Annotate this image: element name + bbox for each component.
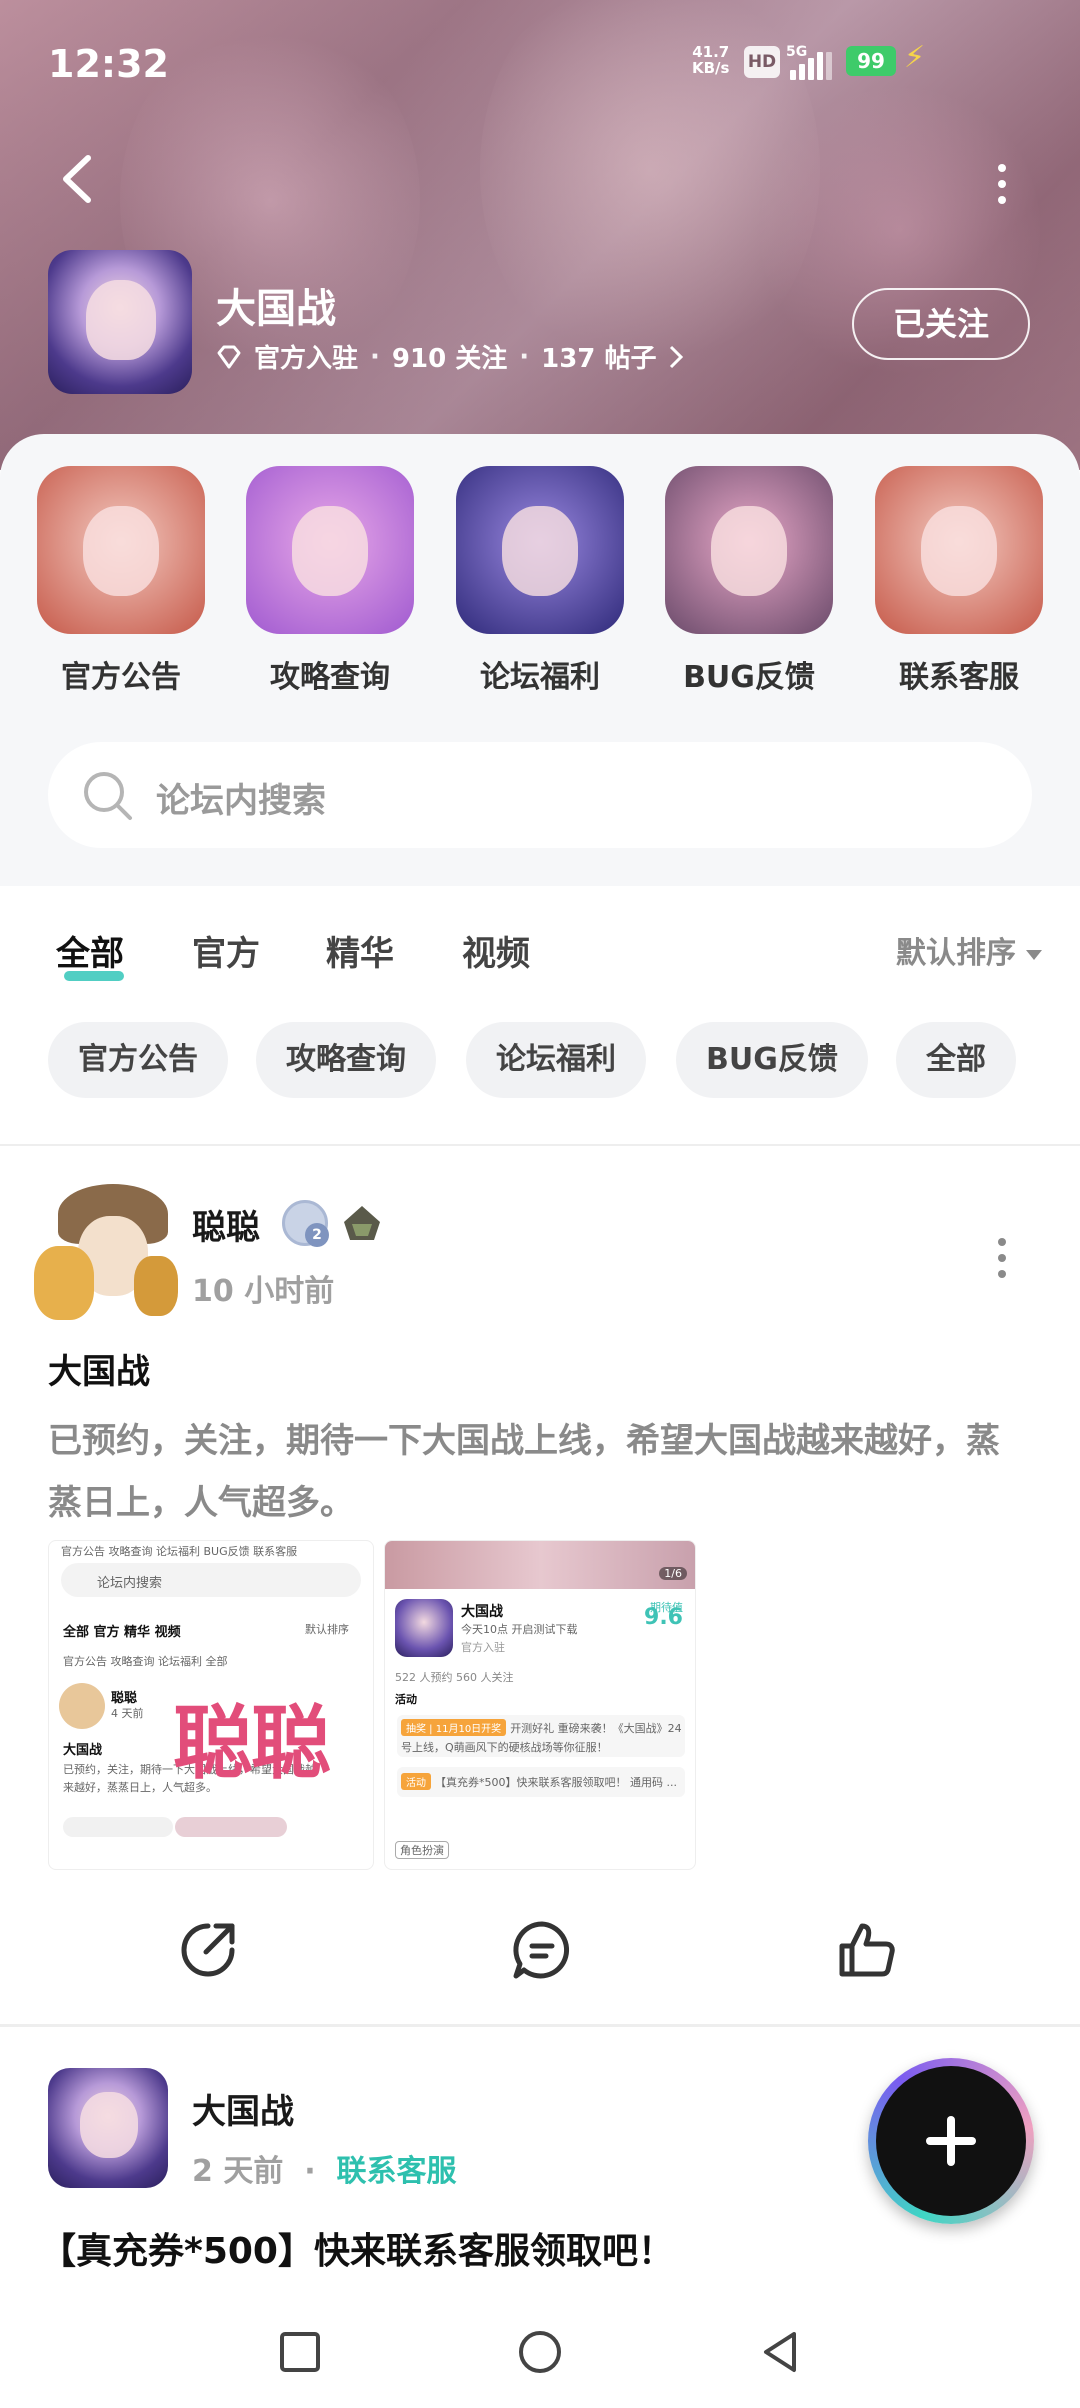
forum-meta[interactable]: 官方入驻 · 910 关注 · 137 帖子 [216, 338, 684, 375]
tab-official[interactable]: 官方 [192, 926, 260, 975]
back-icon[interactable] [58, 152, 98, 206]
shortcut-announcements[interactable]: 官方公告 [36, 466, 206, 696]
shortcut-bug-report[interactable]: BUG反馈 [664, 466, 834, 696]
forum-panel: 官方公告 攻略查询 论坛福利 BUG反馈 联系客服 论坛内搜索 [0, 434, 1080, 886]
official-label: 官方入驻 [254, 344, 359, 374]
post-actions [0, 1894, 1080, 2004]
new-post-button[interactable] [868, 2058, 1034, 2224]
post-title[interactable]: 大国战 [48, 1344, 150, 1393]
post-image-2[interactable]: 1/6 大国战 今天10点 开启测试下载 官方入驻 期待值 9.6 522 人预… [384, 1540, 696, 1870]
recent-apps-icon[interactable] [272, 2324, 328, 2380]
forum-name: 大国战 [216, 286, 336, 332]
post-username[interactable]: 大国战 [192, 2084, 294, 2133]
feed-tabs: 全部 官方 精华 视频 默认排序 [0, 886, 1080, 996]
status-time: 12:32 [48, 42, 169, 86]
signal-icon: 5G [786, 44, 834, 80]
post-title[interactable]: 【真充券*500】快来联系客服领取吧！ [40, 2222, 674, 2274]
battery-icon: 99 [846, 46, 896, 76]
home-icon[interactable] [512, 2324, 568, 2380]
post-category-link[interactable]: 联系客服 [337, 2154, 457, 2189]
shortcut-image [37, 466, 205, 634]
back-nav-icon[interactable] [752, 2324, 808, 2380]
tab-featured[interactable]: 精华 [326, 926, 394, 975]
search-icon [84, 772, 132, 820]
follower-count: 910 关注 [391, 344, 508, 374]
tab-all[interactable]: 全部 [56, 926, 124, 981]
comment-icon[interactable] [510, 1918, 574, 1982]
divider [0, 2024, 1080, 2027]
divider [0, 1144, 1080, 1146]
chip-guides[interactable]: 攻略查询 [256, 1022, 436, 1098]
diamond-icon [217, 345, 241, 368]
post-time: 10 小时前 [192, 1274, 335, 1309]
shortcut-customer-service[interactable]: 联系客服 [874, 466, 1044, 696]
forum-avatar [48, 250, 192, 394]
shortcut-image [665, 466, 833, 634]
post-more-icon[interactable] [994, 1234, 1010, 1278]
share-icon[interactable] [176, 1918, 240, 1982]
chevron-right-icon [670, 345, 684, 368]
post-count: 137 帖子 [541, 344, 657, 374]
chip-bug-report[interactable]: BUG反馈 [676, 1022, 868, 1098]
post-body[interactable]: 已预约，关注，期待一下大国战上线，希望大国战越来越好，蒸蒸日上，人气超多。 [48, 1410, 1032, 1534]
level-badge-icon: 2 [282, 1200, 329, 1247]
search-placeholder: 论坛内搜索 [156, 781, 326, 821]
forum-avatar-small[interactable] [48, 2068, 168, 2188]
post-username[interactable]: 聪聪 [192, 1200, 260, 1249]
shortcut-image [875, 466, 1043, 634]
charging-icon: ⚡ [904, 40, 926, 75]
like-icon[interactable] [834, 1918, 898, 1982]
post-image-1[interactable]: 官方公告 攻略查询 论坛福利 BUG反馈 联系客服 论坛内搜索 全部 官方 精华… [48, 1540, 374, 1870]
shortcut-row: 官方公告 攻略查询 论坛福利 BUG反馈 联系客服 [0, 466, 1080, 696]
chip-all[interactable]: 全部 [896, 1022, 1016, 1098]
shortcut-image [246, 466, 414, 634]
hat-badge-icon [344, 1206, 380, 1240]
shortcut-welfare[interactable]: 论坛福利 [455, 466, 625, 696]
shortcut-image [456, 466, 624, 634]
hd-icon: HD [744, 46, 780, 78]
search-input[interactable]: 论坛内搜索 [48, 742, 1032, 848]
chip-welfare[interactable]: 论坛福利 [466, 1022, 646, 1098]
chip-announcements[interactable]: 官方公告 [48, 1022, 228, 1098]
category-chips: 官方公告 攻略查询 论坛福利 BUG反馈 全部 [0, 996, 1080, 1144]
plus-icon [876, 2066, 1026, 2216]
follow-button[interactable]: 已关注 [852, 288, 1030, 360]
status-bar: 12:32 41.7 KB/s HD 5G 99 ⚡ [0, 30, 1080, 100]
more-options-icon[interactable] [994, 160, 1010, 204]
tab-video[interactable]: 视频 [462, 926, 530, 975]
sort-dropdown[interactable]: 默认排序 [896, 928, 1042, 972]
post-meta: 2 天前 · 联系客服 [192, 2154, 457, 2189]
watermark: 聪聪 [173, 1697, 331, 1790]
net-speed: 41.7 KB/s [692, 43, 730, 77]
shortcut-guides[interactable]: 攻略查询 [245, 466, 415, 696]
user-avatar[interactable] [34, 1176, 182, 1324]
caret-down-icon [1026, 949, 1042, 960]
system-nav-bar [0, 2296, 1080, 2408]
